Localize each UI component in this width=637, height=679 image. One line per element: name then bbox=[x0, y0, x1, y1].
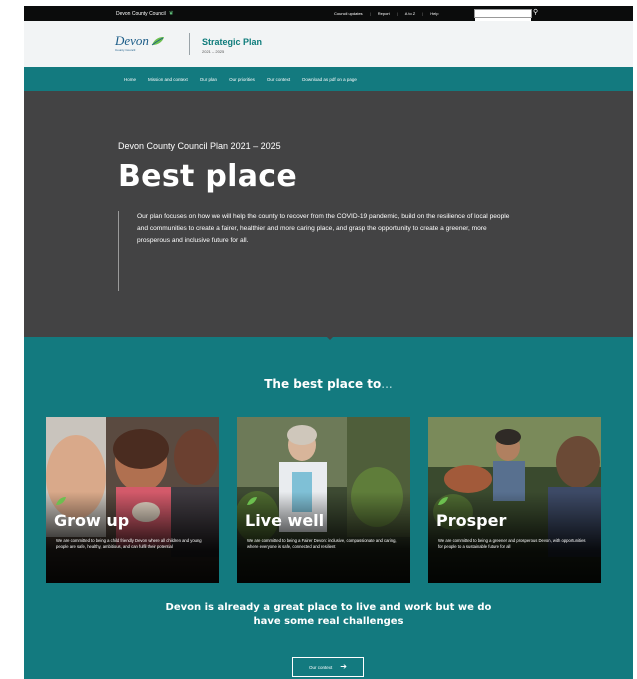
util-link-council-updates[interactable]: Council updates bbox=[334, 11, 363, 16]
card-text: We are committed to being a Fairer Devon… bbox=[247, 538, 397, 549]
util-link-help[interactable]: Help bbox=[430, 11, 438, 16]
nav-item-our-plan[interactable]: Our plan bbox=[200, 77, 217, 82]
section-heading-text: The best place to bbox=[264, 377, 382, 391]
site-years: 2021 – 2025 bbox=[202, 49, 225, 54]
site-title[interactable]: Strategic Plan bbox=[202, 37, 262, 47]
leaf-icon bbox=[247, 497, 257, 505]
page: Devon County Council ❦ Council updates |… bbox=[24, 0, 633, 679]
search-box bbox=[474, 9, 532, 25]
nav-item-download[interactable]: Download as pdf on a page bbox=[302, 77, 357, 82]
hero-quote: Our plan focuses on how we will help the… bbox=[118, 211, 518, 291]
card-live-well[interactable]: Live well We are committed to being a Fa… bbox=[237, 417, 410, 583]
separator: | bbox=[396, 11, 398, 16]
card-title: Prosper bbox=[436, 511, 507, 530]
leaf-icon: ❦ bbox=[168, 11, 174, 17]
hero-quote-text: Our plan focuses on how we will help the… bbox=[137, 213, 510, 244]
card-shade bbox=[428, 417, 601, 583]
card-text: We are committed to being a child friend… bbox=[56, 538, 202, 549]
card-shade bbox=[237, 417, 410, 583]
util-link-a-to-z[interactable]: A to Z bbox=[405, 11, 415, 16]
section-heading-ellipsis: ... bbox=[381, 377, 393, 391]
separator: | bbox=[369, 11, 371, 16]
top-utility-bar: Devon County Council ❦ Council updates |… bbox=[24, 6, 633, 25]
logo-subtitle: County Council bbox=[115, 48, 136, 52]
card-shade bbox=[46, 417, 219, 583]
challenge-line-2: have some real challenges bbox=[253, 616, 404, 627]
nav-list: Home Mission and context Our plan Our pr… bbox=[124, 67, 357, 91]
card-title: Live well bbox=[245, 511, 325, 530]
card-title: Grow up bbox=[54, 511, 130, 530]
arrow-right-icon: ➔ bbox=[340, 662, 347, 671]
card-text: We are committed to being a greener and … bbox=[438, 538, 586, 549]
hero-notch bbox=[324, 334, 336, 340]
util-link-report[interactable]: Report bbox=[378, 11, 390, 16]
hero-section: Devon County Council Plan 2021 – 2025 Be… bbox=[24, 91, 633, 340]
site-header: Devon County Council Strategic Plan 2021… bbox=[24, 21, 633, 67]
council-name: Devon County Council bbox=[116, 10, 166, 17]
nav-item-home[interactable]: Home bbox=[124, 77, 136, 82]
nav-item-mission[interactable]: Mission and context bbox=[148, 77, 188, 82]
card-prosper[interactable]: Prosper We are committed to being a gree… bbox=[428, 417, 601, 583]
challenge-statement: Devon is already a great place to live a… bbox=[24, 601, 633, 629]
header-divider bbox=[189, 33, 190, 55]
nav-item-context[interactable]: Our context bbox=[267, 77, 290, 82]
card-grow-up[interactable]: Grow up We are committed to being a chil… bbox=[46, 417, 219, 583]
challenge-line-1: Devon is already a great place to live a… bbox=[165, 602, 492, 613]
nav-item-priorities[interactable]: Our priorities bbox=[229, 77, 255, 82]
separator: | bbox=[422, 11, 424, 16]
leaf-icon bbox=[56, 497, 66, 505]
utility-links: Council updates | Report | A to Z | Help bbox=[334, 6, 439, 21]
cta-label: Our context bbox=[309, 664, 333, 670]
search-icon[interactable]: ⚲ bbox=[533, 8, 538, 18]
hero-kicker: Devon County Council Plan 2021 – 2025 bbox=[118, 141, 281, 151]
leaf-icon bbox=[438, 497, 448, 505]
our-context-button[interactable]: Our context ➔ bbox=[292, 657, 364, 677]
best-place-section: The best place to... Grow up We are comm… bbox=[24, 337, 633, 679]
hero-title: Best place bbox=[118, 159, 297, 194]
logo-wordmark: Devon bbox=[115, 33, 149, 48]
devon-logo[interactable]: Devon County Council bbox=[115, 33, 165, 52]
logo-leaf-icon bbox=[151, 37, 164, 46]
section-heading: The best place to... bbox=[24, 377, 633, 391]
main-navigation: Home Mission and context Our plan Our pr… bbox=[24, 67, 633, 91]
council-brand-link[interactable]: Devon County Council ❦ bbox=[116, 6, 174, 21]
